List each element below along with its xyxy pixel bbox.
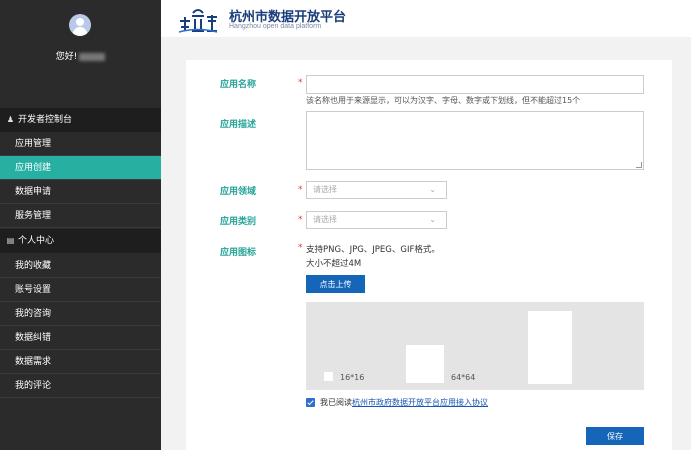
chevron-down-icon: ⌄ [429, 185, 436, 194]
sidebar-item-consultations[interactable]: 我的咨询 [0, 302, 161, 326]
greeting-text: 您好! [55, 52, 78, 62]
sidebar-item-label: 账号设置 [15, 285, 52, 295]
greeting: 您好! [0, 49, 161, 62]
app-name-hint: 该名称也用于来源显示，可以为汉字、字母、数字或下划线，但不能超过15个 [306, 96, 581, 105]
app-type-select[interactable]: 请选择 ⌄ [306, 211, 447, 229]
preview-16-label: 16*16 [340, 373, 365, 382]
sidebar-item-label: 应用创建 [15, 163, 52, 173]
platform-subtitle: Hangzhou open data platform [229, 23, 322, 30]
platform-logo-icon[interactable] [177, 7, 219, 33]
select-placeholder: 请选择 [313, 185, 337, 194]
app-name-label: 应用名称 [220, 80, 257, 90]
sidebar: 您好! ♟ 开发者控制台 应用管理 应用创建 数据申请 服务管理 ▤ 个人中心 我的… [0, 0, 161, 450]
agreement-prefix: 我已阅读 [320, 398, 352, 407]
sidebar-item-account-settings[interactable]: 账号设置 [0, 278, 161, 302]
sidebar-item-comments[interactable]: 我的评论 [0, 374, 161, 398]
required-mark: * [298, 215, 303, 225]
username-blurred [79, 52, 106, 61]
agreement-checkbox[interactable] [306, 398, 315, 407]
sidebar-item-app-management[interactable]: 应用管理 [0, 132, 161, 156]
required-mark: * [298, 78, 303, 88]
required-mark: * [298, 185, 303, 195]
resize-handle-icon[interactable] [636, 162, 642, 168]
agreement-link[interactable]: 杭州市政府数据开放平台应用接入协议 [352, 398, 488, 407]
icon-format-hint: 支持PNG、JPG、JPEG、GIF格式。 [306, 245, 440, 255]
sidebar-item-label: 我的咨询 [15, 309, 52, 319]
sidebar-item-favorites[interactable]: 我的收藏 [0, 254, 161, 278]
section-title: 个人中心 [18, 236, 55, 246]
required-mark: * [298, 243, 303, 253]
app-type-label: 应用类别 [220, 217, 257, 227]
sidebar-item-label: 服务管理 [15, 211, 52, 221]
sidebar-item-label: 数据需求 [15, 357, 52, 367]
upload-button[interactable]: 点击上传 [306, 275, 365, 293]
sidebar-item-data-correction[interactable]: 数据纠错 [0, 326, 161, 350]
card-icon: ▤ [6, 236, 15, 245]
app-name-input[interactable] [306, 75, 644, 94]
app-desc-label: 应用描述 [220, 120, 257, 130]
sidebar-item-label: 我的评论 [15, 381, 52, 391]
sidebar-item-label: 应用管理 [15, 139, 52, 149]
chevron-down-icon: ⌄ [429, 215, 436, 224]
app-domain-select[interactable]: 请选择 ⌄ [306, 181, 447, 199]
sidebar-item-data-requests[interactable]: 数据需求 [0, 350, 161, 374]
avatar[interactable] [69, 14, 91, 36]
select-placeholder: 请选择 [313, 215, 337, 224]
icon-size-hint: 大小不超过4M [306, 259, 362, 269]
app-desc-textarea[interactable] [306, 111, 644, 170]
agreement: 我已阅读杭州市政府数据开放平台应用接入协议 [306, 397, 488, 408]
sidebar-item-label: 我的收藏 [15, 261, 52, 271]
app-domain-label: 应用领域 [220, 187, 257, 197]
preview-64 [406, 345, 444, 383]
preview-large [528, 311, 572, 384]
save-button[interactable]: 保存 [586, 427, 644, 445]
sidebar-item-service-management[interactable]: 服务管理 [0, 204, 161, 228]
section-personal-center[interactable]: ▤ 个人中心 [0, 229, 161, 253]
header: 杭州市数据开放平台 Hangzhou open data platform [161, 0, 691, 37]
section-title: 开发者控制台 [18, 115, 73, 125]
preview-16 [324, 372, 333, 381]
preview-64-label: 64*64 [451, 373, 476, 382]
icon-preview-area: 16*16 64*64 [306, 302, 644, 390]
sidebar-item-data-apply[interactable]: 数据申请 [0, 180, 161, 204]
app-icon-label: 应用图标 [220, 248, 257, 258]
sidebar-item-label: 数据纠错 [15, 333, 52, 343]
sidebar-item-label: 数据申请 [15, 187, 52, 197]
section-developer-console[interactable]: ♟ 开发者控制台 [0, 108, 161, 132]
sidebar-item-app-create[interactable]: 应用创建 [0, 156, 161, 180]
user-icon: ♟ [6, 115, 15, 124]
